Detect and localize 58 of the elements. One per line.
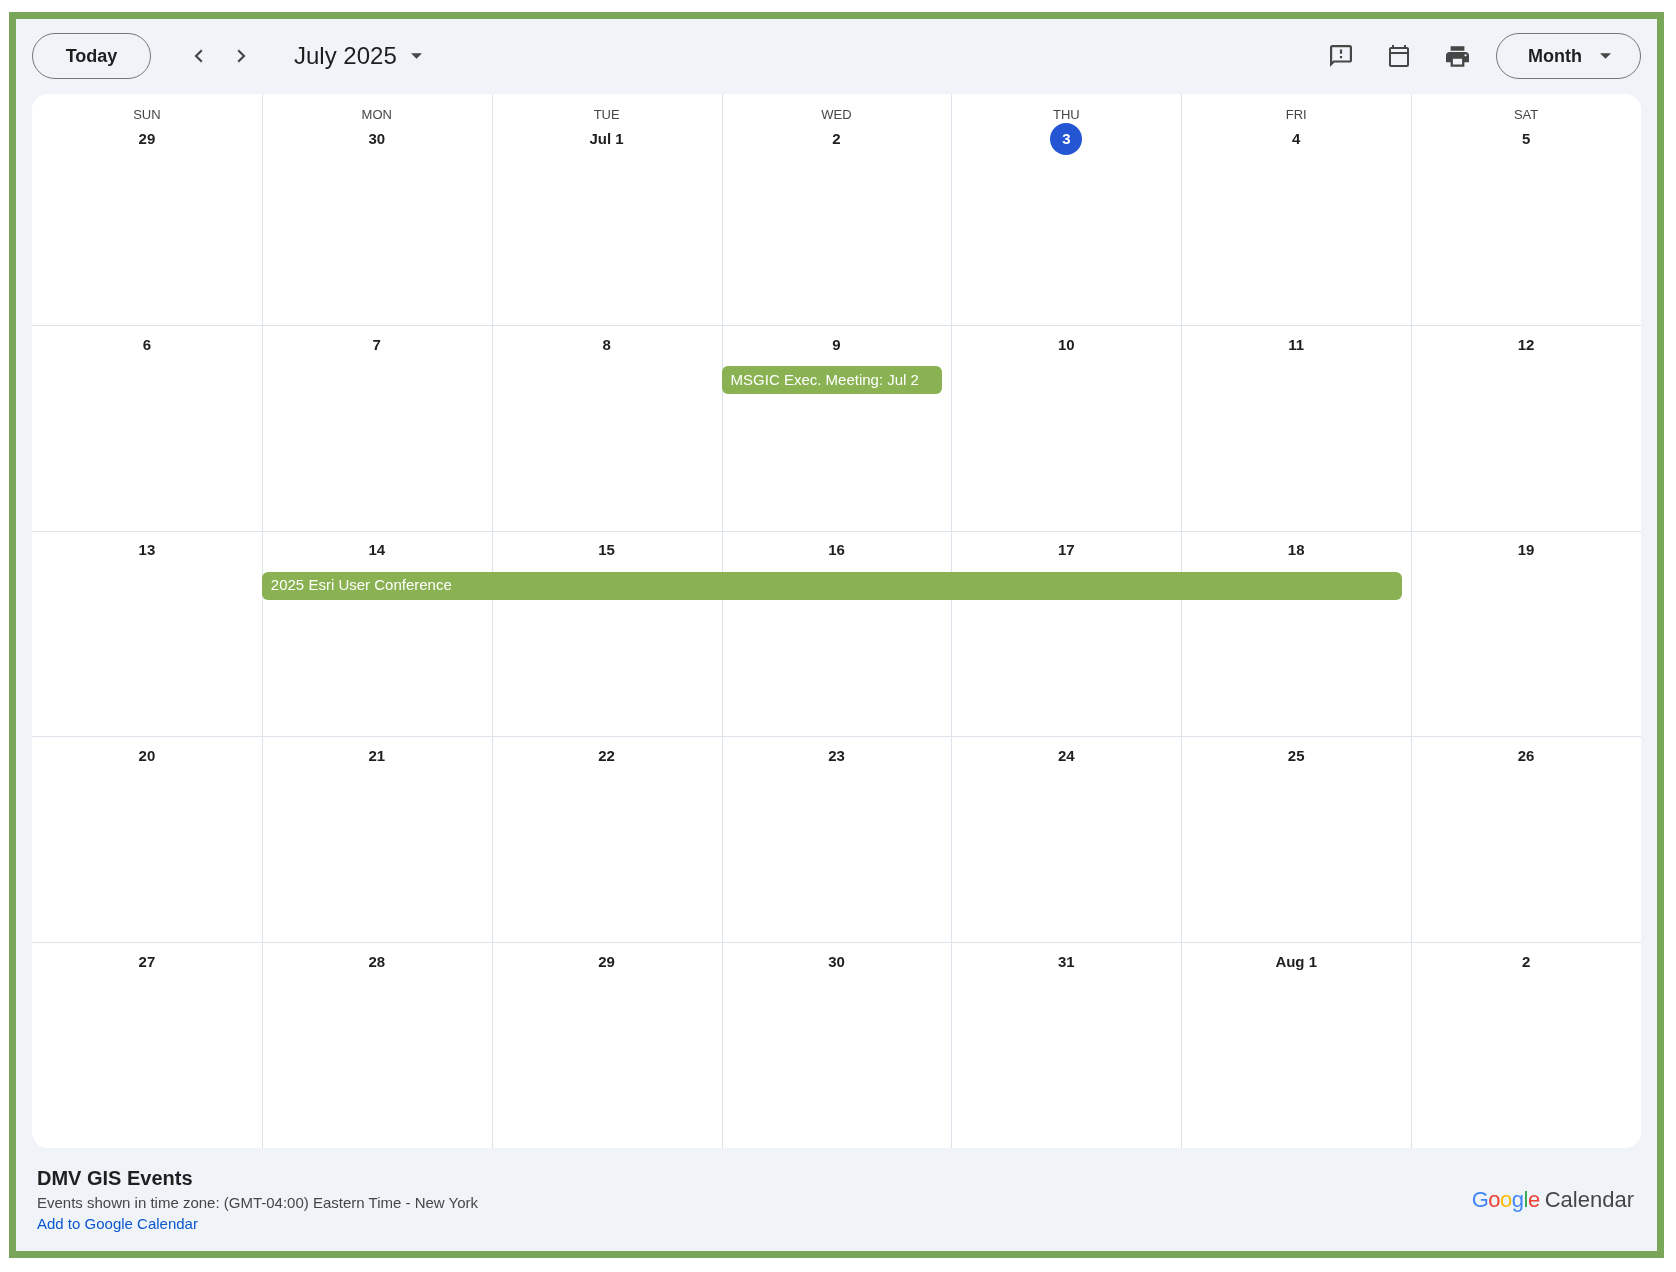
- day-number[interactable]: 18: [1280, 534, 1313, 567]
- weekday-label: SUN: [133, 107, 161, 123]
- day-number[interactable]: 5: [1510, 123, 1543, 155]
- print-button[interactable]: [1446, 45, 1469, 67]
- chevron-right-icon: [237, 49, 246, 63]
- google-calendar-logo[interactable]: Google Calendar: [1471, 1186, 1634, 1213]
- day-number[interactable]: 13: [130, 534, 163, 567]
- day-number[interactable]: 29: [590, 946, 623, 979]
- feedback-button[interactable]: [1330, 45, 1352, 67]
- day-number[interactable]: 30: [820, 946, 853, 979]
- add-to-calendar-link[interactable]: Add to Google Calendar: [37, 1213, 198, 1234]
- day-number[interactable]: 11: [1280, 328, 1313, 361]
- day-number[interactable]: 8: [590, 328, 623, 361]
- day-number[interactable]: 29: [130, 123, 163, 155]
- next-button[interactable]: [237, 49, 246, 63]
- day-number[interactable]: 19: [1510, 534, 1543, 567]
- chevron-left-icon: [194, 49, 203, 63]
- day-number[interactable]: 30: [360, 123, 393, 155]
- weekday-label: WED: [821, 107, 852, 123]
- day-number[interactable]: 21: [360, 740, 393, 773]
- caret-icon: [410, 53, 422, 59]
- weekday-label: THU: [1053, 107, 1080, 123]
- timezone-note: Events shown in time zone: (GMT-04:00) Eastern Time - New York: [37, 1192, 478, 1213]
- day-number[interactable]: 20: [130, 740, 163, 773]
- day-number[interactable]: 26: [1510, 740, 1543, 773]
- previous-button[interactable]: [194, 49, 203, 63]
- day-number[interactable]: 31: [1050, 946, 1083, 979]
- weekday-label: TUE: [593, 107, 620, 123]
- weekday-label: FRI: [1285, 107, 1307, 123]
- day-number[interactable]: 23: [820, 740, 853, 773]
- day-number[interactable]: Aug 1: [1273, 946, 1320, 979]
- calendar-title: DMV GIS Events: [37, 1165, 193, 1190]
- calendar-button[interactable]: [1389, 45, 1409, 67]
- day-number[interactable]: 16: [820, 534, 853, 567]
- day-number[interactable]: 9: [820, 328, 853, 361]
- weekday-label: SAT: [1513, 107, 1539, 123]
- day-number[interactable]: 14: [360, 534, 393, 567]
- month-picker-button[interactable]: July 2025: [294, 38, 422, 74]
- day-number[interactable]: 17: [1050, 534, 1083, 567]
- day-number[interactable]: 24: [1050, 740, 1083, 773]
- day-number[interactable]: 10: [1050, 328, 1083, 361]
- day-number[interactable]: 12: [1510, 328, 1543, 361]
- day-number[interactable]: Jul 1: [587, 123, 626, 155]
- caret-icon: [1600, 53, 1611, 59]
- day-number[interactable]: 15: [590, 534, 623, 567]
- day-number[interactable]: 6: [130, 328, 163, 361]
- day-number[interactable]: 2: [820, 123, 853, 155]
- feedback-icon: [1330, 45, 1352, 67]
- print-icon: [1446, 45, 1469, 67]
- day-number[interactable]: 7: [360, 328, 393, 361]
- day-number[interactable]: 22: [590, 740, 623, 773]
- weekday-label: MON: [361, 107, 392, 123]
- day-number[interactable]: 4: [1280, 123, 1313, 155]
- calendar-icon: [1389, 45, 1409, 67]
- day-number[interactable]: 2: [1510, 946, 1543, 979]
- day-number[interactable]: 25: [1280, 740, 1313, 773]
- day-number[interactable]: 28: [360, 946, 393, 979]
- day-number[interactable]: 27: [130, 946, 163, 979]
